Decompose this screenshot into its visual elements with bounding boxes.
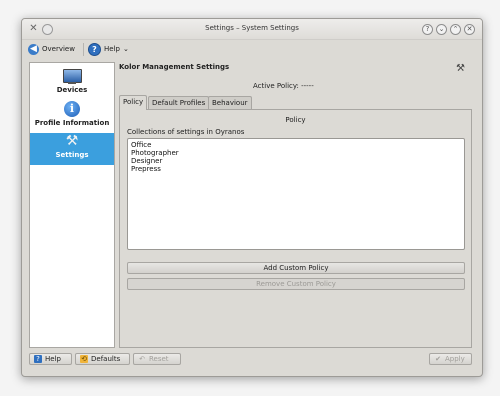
app-menu-icon[interactable]: ✕ xyxy=(28,23,39,34)
remove-custom-policy-button[interactable]: Remove Custom Policy xyxy=(127,278,465,290)
info-icon: i xyxy=(64,101,80,117)
check-icon: ✔ xyxy=(435,355,441,363)
sidebar-item-label: Settings xyxy=(55,151,89,159)
tab-default-profiles[interactable]: Default Profiles xyxy=(148,96,210,109)
policy-list[interactable]: Office Photographer Designer Prepress xyxy=(127,138,465,250)
close-icon[interactable]: ✕ xyxy=(464,24,475,35)
window-menu-icon[interactable] xyxy=(42,24,53,35)
policy-panel: Policy Collections of settings in Oyrano… xyxy=(119,109,472,348)
tools-icon: ⚒ xyxy=(65,133,79,149)
settings-window: ✕ Settings – System Settings ? ⌄ ⌃ ✕ ◀ O… xyxy=(21,18,483,377)
help-icon: ? xyxy=(34,355,42,363)
defaults-button[interactable]: ⟲ Defaults xyxy=(75,353,130,365)
add-custom-policy-button[interactable]: Add Custom Policy xyxy=(127,262,465,274)
overview-button[interactable]: ◀ Overview xyxy=(28,42,75,56)
collections-label: Collections of settings in Oyranos xyxy=(127,128,245,136)
help-button[interactable]: ? Help xyxy=(29,353,72,365)
tab-policy[interactable]: Policy xyxy=(119,95,148,110)
module-sidebar: Devices i Profile Information ⚒ Settings xyxy=(29,62,115,348)
chevron-down-icon: ⌄ xyxy=(122,45,129,53)
toolbar: ◀ Overview ? Help ⌄ xyxy=(22,39,482,59)
toolbar-separator xyxy=(83,43,84,56)
defaults-icon: ⟲ xyxy=(80,355,88,363)
help-label: Help xyxy=(104,45,120,53)
list-item[interactable]: Designer xyxy=(131,157,162,165)
help-menu-button[interactable]: ? Help ⌄ xyxy=(88,42,129,56)
apply-button-label: Apply xyxy=(445,355,465,363)
tab-behaviour[interactable]: Behaviour xyxy=(208,96,252,109)
context-help-icon[interactable]: ? xyxy=(422,24,433,35)
sidebar-item-label: Devices xyxy=(56,86,88,94)
reset-icon: ↶ xyxy=(139,355,145,363)
back-arrow-icon: ◀ xyxy=(28,43,39,55)
tools-icon: ⚒ xyxy=(456,63,465,74)
reset-button[interactable]: ↶ Reset xyxy=(133,353,181,365)
help-button-label: Help xyxy=(45,355,61,363)
overview-label: Overview xyxy=(42,45,75,53)
group-title: Policy xyxy=(285,116,306,124)
list-item[interactable]: Photographer xyxy=(131,149,179,157)
sidebar-item-profile-information[interactable]: i Profile Information xyxy=(30,98,114,130)
help-icon: ? xyxy=(88,42,101,56)
apply-button[interactable]: ✔ Apply xyxy=(429,353,472,365)
minimize-icon[interactable]: ⌄ xyxy=(436,24,447,35)
monitor-stand xyxy=(68,82,76,84)
active-policy-label: Active Policy: ----- xyxy=(253,82,314,90)
title-bar[interactable]: ✕ Settings – System Settings ? ⌄ ⌃ ✕ xyxy=(22,19,482,40)
window-title: Settings – System Settings xyxy=(205,24,299,32)
maximize-icon[interactable]: ⌃ xyxy=(450,24,461,35)
defaults-button-label: Defaults xyxy=(91,355,121,363)
page-title: Kolor Management Settings xyxy=(119,63,230,71)
sidebar-item-label: Profile Information xyxy=(34,119,110,127)
list-item[interactable]: Prepress xyxy=(131,165,161,173)
sidebar-item-settings[interactable]: ⚒ Settings xyxy=(30,133,114,165)
bottom-button-bar: ? Help ⟲ Defaults ↶ Reset ✔ Apply xyxy=(22,351,482,371)
reset-button-label: Reset xyxy=(149,355,169,363)
sidebar-item-devices[interactable]: Devices xyxy=(30,65,114,97)
monitor-icon xyxy=(63,69,82,83)
list-item[interactable]: Office xyxy=(131,141,151,149)
